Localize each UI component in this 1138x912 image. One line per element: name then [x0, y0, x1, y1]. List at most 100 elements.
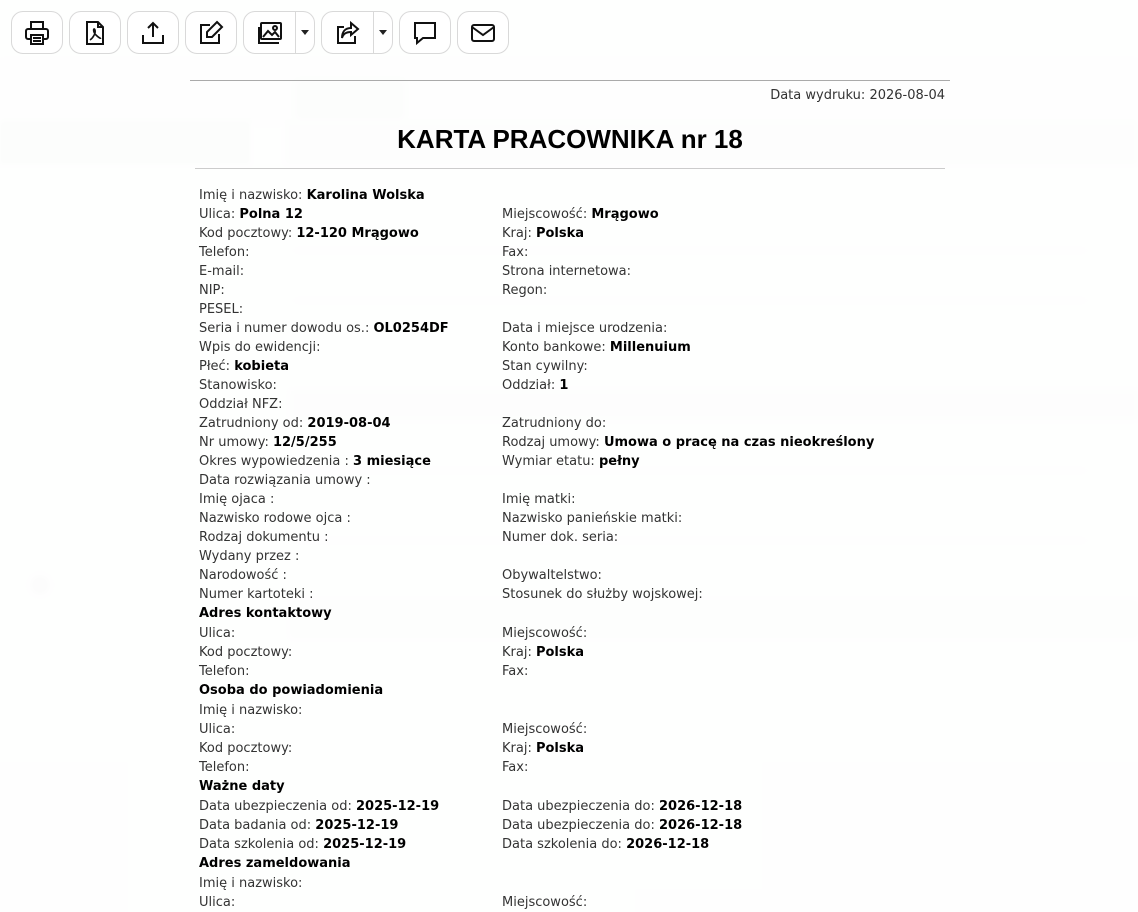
field-value: 12/5/255: [272, 435, 337, 450]
print-date-value: 2026-08-04: [869, 88, 945, 103]
title-divider: [195, 168, 945, 169]
field-value: 2026-12-18: [659, 799, 743, 814]
share-dropdown[interactable]: [374, 12, 392, 53]
field-row: Ulica: Miejscowość:: [199, 720, 959, 739]
field-right: Fax:: [502, 758, 805, 777]
images-dropdown[interactable]: [296, 12, 314, 53]
field-label: Miejscowość:: [502, 722, 588, 737]
field-label: Ulica:: [199, 722, 236, 737]
field-left: Imię i nazwisko:: [199, 701, 502, 720]
field-label: Ulica:: [199, 895, 236, 910]
images-button[interactable]: [244, 12, 296, 53]
field-label: Imię matki:: [502, 492, 576, 507]
field-value: Karolina Wolska: [306, 188, 425, 203]
field-row: Telefon: Fax:: [199, 662, 959, 681]
field-left: Nr umowy: 12/5/255: [199, 433, 502, 452]
field-right: Oddział: 1: [502, 376, 805, 395]
field-right: Kraj: Polska: [502, 739, 805, 758]
field-label: Imię i nazwisko:: [199, 188, 303, 203]
field-right: [502, 300, 805, 319]
field-row: Data ubezpieczenia od: 2025-12-19 Data ub…: [199, 797, 959, 816]
comment-button[interactable]: [399, 11, 451, 54]
field-row: Wpis do ewidencji: Konto bankowe: Millen…: [199, 338, 959, 357]
field-left: E-mail:: [199, 262, 502, 281]
field-value: OL0254DF: [373, 321, 449, 336]
field-row: Data szkolenia od: 2025-12-19 Data szkole…: [199, 835, 959, 854]
field-left: Telefon:: [199, 243, 502, 262]
field-label: Data ubezpieczenia do:: [502, 799, 655, 814]
section-heading: Adres kontaktowy: [199, 606, 332, 621]
field-left: Ulica: Polna 12: [199, 205, 502, 224]
field-left: Seria i numer dowodu os.: OL0254DF: [199, 319, 502, 338]
field-right: Kraj: Polska: [502, 643, 805, 662]
field-label: Data badania od:: [199, 818, 312, 833]
field-label: Nazwisko rodowe ojca :: [199, 511, 351, 526]
field-label: Fax:: [502, 664, 529, 679]
field-label: Telefon:: [199, 760, 250, 775]
top-divider: [190, 80, 950, 81]
field-right: Miejscowość:: [502, 624, 805, 643]
field-label: E-mail:: [199, 264, 245, 279]
print-date: Data wydruku: 2026-08-04: [770, 88, 945, 103]
print-date-label: Data wydruku:: [770, 88, 866, 103]
field-left: Telefon:: [199, 662, 502, 681]
share-split-button: [321, 11, 393, 54]
field-label: Telefon:: [199, 245, 250, 260]
field-value: 3 miesiące: [353, 454, 431, 469]
field-row: Imię i nazwisko:: [199, 874, 959, 893]
field-right: Nazwisko panieńskie matki:: [502, 509, 805, 528]
edit-button[interactable]: [185, 11, 237, 54]
field-left: Data szkolenia od: 2025-12-19: [199, 835, 502, 854]
field-right: Miejscowość: Mrągowo: [502, 205, 805, 224]
field-value: 2019-08-04: [307, 416, 391, 431]
upload-button[interactable]: [127, 11, 179, 54]
pdf-button[interactable]: [69, 11, 121, 54]
field-label: Fax:: [502, 245, 529, 260]
field-label: NIP:: [199, 283, 225, 298]
field-value: 2025-12-19: [323, 837, 407, 852]
field-right: Zatrudniony do:: [502, 414, 805, 433]
share-button[interactable]: [322, 12, 374, 53]
print-button[interactable]: [11, 11, 63, 54]
field-label: Wpis do ewidencji:: [199, 340, 321, 355]
field-value: Polna 12: [239, 207, 303, 222]
field-label: Data ubezpieczenia do:: [502, 818, 655, 833]
field-label: Zatrudniony do:: [502, 416, 607, 431]
field-right: Fax:: [502, 243, 805, 262]
field-label: Kod pocztowy:: [199, 226, 293, 241]
field-left: Imię i nazwisko: Karolina Wolska: [199, 186, 502, 205]
field-left: Data badania od: 2025-12-19: [199, 816, 502, 835]
field-left: Narodowość :: [199, 566, 502, 585]
field-label: Miejscowość:: [502, 895, 588, 910]
field-row: Kod pocztowy: Kraj: Polska: [199, 643, 959, 662]
field-row: Rodzaj dokumentu : Numer dok. seria:: [199, 528, 959, 547]
field-label: Oddział:: [502, 378, 556, 393]
pdf-icon: [86, 20, 104, 45]
field-left: PESEL:: [199, 300, 502, 319]
field-right: Fax:: [502, 662, 805, 681]
field-row: Ulica: Miejscowość:: [199, 893, 959, 912]
field-label: Rodzaj dokumentu :: [199, 530, 329, 545]
field-right: Data szkolenia do: 2026-12-18: [502, 835, 805, 854]
field-value: Mrągowo: [591, 207, 659, 222]
edit-icon: [200, 20, 224, 44]
field-row: Kod pocztowy: 12-120 Mrągowo Kraj: Polska: [199, 224, 959, 243]
field-left: Nazwisko rodowe ojca :: [199, 509, 502, 528]
field-label: Wydany przez :: [199, 549, 300, 564]
mail-button[interactable]: [457, 11, 509, 54]
field-label: Stan cywilny:: [502, 359, 588, 374]
images-split-button: [243, 11, 315, 54]
field-right: Data ubezpieczenia do: 2026-12-18: [502, 816, 805, 835]
comment-icon: [414, 21, 436, 45]
field-row: Data badania od: 2025-12-19 Data ubezpiec…: [199, 816, 959, 835]
field-value: 2026-12-18: [659, 818, 743, 833]
field-right: Miejscowość:: [502, 720, 805, 739]
field-label: Ulica:: [199, 626, 236, 641]
field-label: Narodowość :: [199, 568, 287, 583]
field-value: Polska: [535, 645, 585, 660]
field-label: Konto bankowe:: [502, 340, 606, 355]
field-value: 12-120 Mrągowo: [296, 226, 419, 241]
field-value: kobieta: [234, 359, 289, 374]
field-row: Ulica: Polna 12 Miejscowość: Mrągowo: [199, 205, 959, 224]
field-label: Telefon:: [199, 664, 250, 679]
